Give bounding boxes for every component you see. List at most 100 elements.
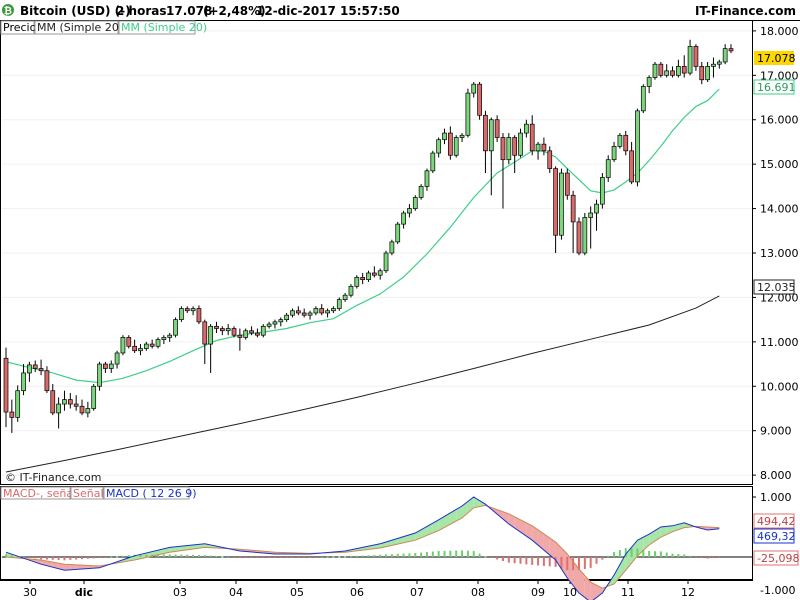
macd-histogram-bar [291,557,294,558]
candle-body [681,66,687,74]
macd-histogram-bar [303,557,306,558]
candle-body [167,334,173,338]
candle-body [559,172,564,236]
macd-histogram-bar [396,553,399,557]
macd-histogram-bar [689,555,692,557]
macd-histogram-bar [425,552,428,557]
candle [179,306,184,322]
legend-macd-signal: MACD-, señal [3,487,76,500]
candle [295,306,301,316]
candle [266,321,272,329]
candle-body [383,252,389,272]
macd-histogram-bar [379,554,382,557]
x-tick-label: 08 [471,586,485,599]
candle [448,126,453,160]
candle [670,66,675,78]
candle [506,133,512,165]
candle-body [155,339,161,347]
macd-histogram-bar [385,554,388,557]
chart-frame: ₿ Bitcoin (USD) (-) 2 horas 17.078 (+2,4… [0,0,800,600]
candle-body [529,123,535,152]
candle-body [722,48,728,63]
legend-price: Precio [3,21,37,34]
macd-histogram-bar [10,555,13,557]
ma200-value-badge: 12.035 [753,279,796,295]
watermark: © IT-Finance.com [5,471,102,484]
candle [260,324,266,338]
candle [9,399,15,433]
macd-histogram-bar [28,557,31,558]
last-price-badge: 17.078 [754,51,796,65]
macd-layer [2,496,756,600]
candle-body [184,308,190,312]
price-tick-label: 10.000 [760,380,799,393]
candle [149,339,155,349]
candle [488,117,494,196]
legend-ma200: MM (Simple 200) [37,21,130,34]
candle-body [97,363,102,387]
candle [371,266,377,278]
candle-body [272,321,278,325]
candle [424,168,430,191]
candle [103,361,108,373]
macd-histogram-bar [583,557,586,570]
candle [237,328,243,351]
macd-histogram-bar [700,557,703,558]
candle-body [430,152,436,172]
candle-body [354,277,360,287]
macd-histogram-bar [215,556,218,558]
candle-body [483,114,488,152]
candle-body [605,159,611,178]
candle-body [716,61,722,65]
macd-histogram-bar [613,552,616,557]
candle-body [208,325,213,345]
candle [377,268,383,280]
candle [15,385,21,422]
candle-body [214,325,219,329]
candle [313,306,319,316]
macd-histogram-bar [338,556,341,558]
candle [190,306,196,316]
macd-histogram-bar [648,551,651,557]
candle-body [553,168,558,236]
macd-histogram-bar [349,556,352,558]
candle-body [640,86,646,112]
svg-text:469,32: 469,32 [757,530,796,543]
macd-histogram-bar [519,557,522,564]
macd-histogram-bar [408,553,411,557]
candle [640,84,646,114]
candle-body [120,337,126,354]
candle-body [284,314,289,320]
candle [21,364,26,396]
candle-body [249,330,254,334]
macd-histogram-bar [542,557,545,566]
candle [389,239,395,256]
candle-body [67,399,73,405]
ma20-line [5,88,720,384]
x-tick-label: 07 [410,586,424,599]
datetime-label: 12-dic-2017 15:57:50 [256,4,400,18]
macd-histogram-bar [110,556,113,558]
macd-histogram-bar [86,557,89,559]
candle [243,328,249,340]
candle-body [512,137,518,156]
svg-text:16.691: 16.691 [757,81,796,94]
macd-histogram-bar [414,553,417,557]
macd-histogram-bar [665,552,668,557]
candle [559,168,564,240]
candle [564,168,570,200]
macd-histogram-bar [127,555,130,557]
macd-histogram-bar [659,551,662,557]
candle-body [617,134,623,147]
price-tick-label: 14.000 [760,203,799,216]
candle-body [693,46,699,67]
macd-histogram-bar [162,554,165,557]
signal-line [5,504,720,589]
candle [477,81,482,120]
candle-body [301,312,307,316]
candle [161,335,167,345]
svg-text:494,42: 494,42 [757,515,796,528]
macd-histogram-bar [40,557,43,560]
candle [699,61,705,85]
candle [38,359,44,376]
